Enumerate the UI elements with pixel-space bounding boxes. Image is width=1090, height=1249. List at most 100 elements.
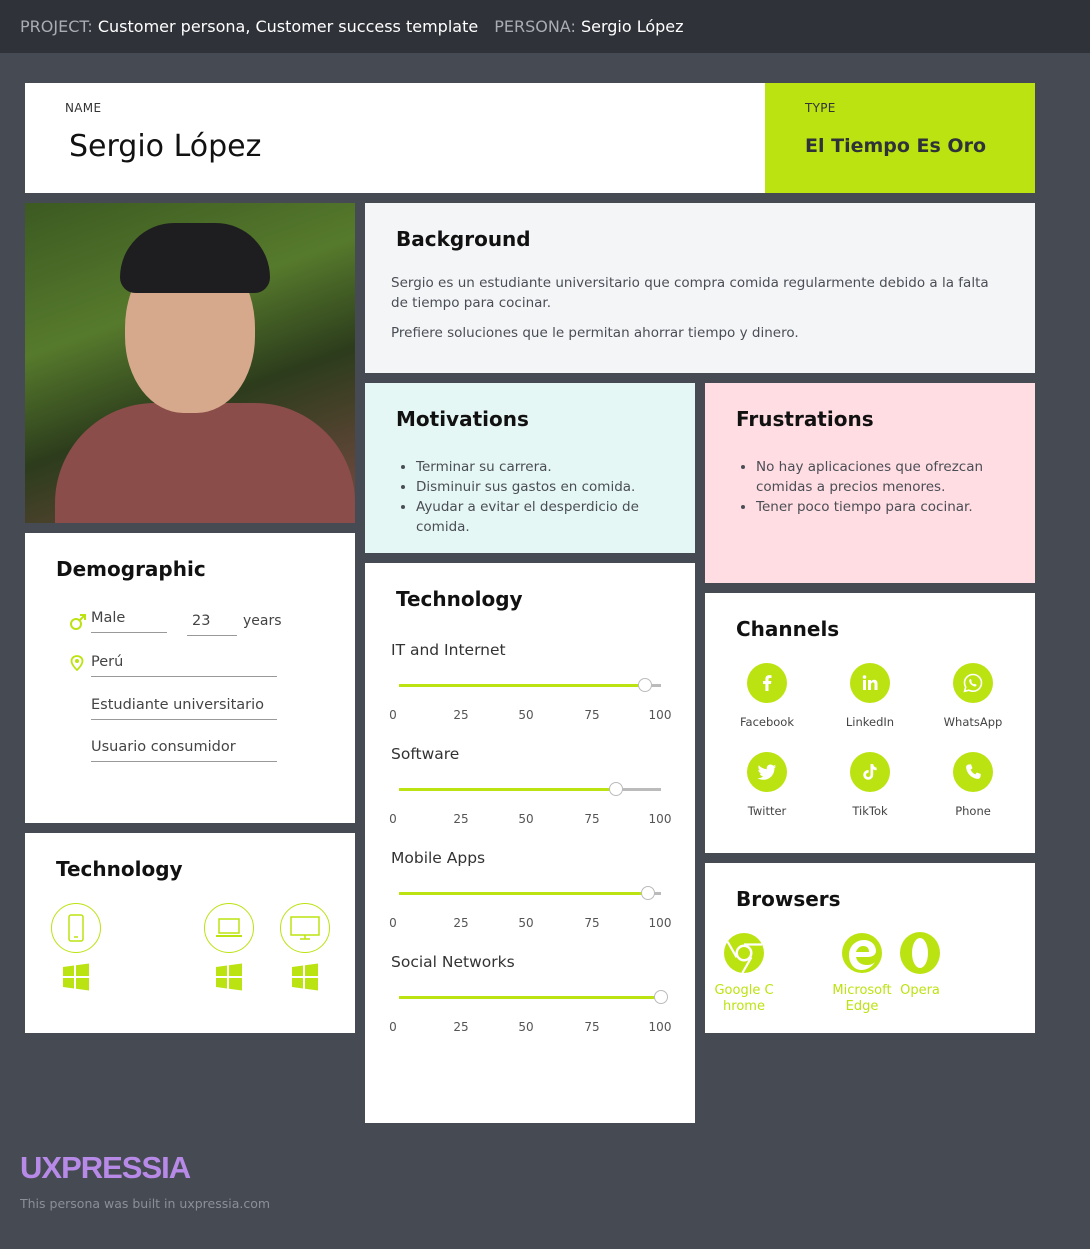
chrome-icon	[724, 933, 764, 974]
slider-handle[interactable]	[609, 782, 624, 796]
slider-handle[interactable]	[638, 678, 653, 692]
frustrations-title: Frustrations	[736, 407, 874, 431]
channels-card: Channels Facebook LinkedIn WhatsApp Twit…	[705, 593, 1035, 853]
tick-label: 0	[389, 812, 397, 826]
slider-fill	[399, 996, 661, 999]
facebook-icon	[747, 663, 787, 703]
tick-label: 50	[518, 1020, 534, 1034]
technology-slider: Software 0 25 50 75 100	[389, 745, 681, 826]
slider-track[interactable]	[399, 782, 661, 796]
technology-skills-card: Technology IT and Internet 0 25 50 75 100 Soft…	[365, 563, 695, 1123]
channels-title: Channels	[736, 617, 840, 641]
role-field[interactable]: Usuario consumidor	[91, 739, 277, 762]
channel-whatsapp[interactable]: WhatsApp	[928, 663, 1018, 729]
slider-track[interactable]	[399, 990, 668, 1004]
frustrations-card: Frustrations No hay aplicaciones que ofr…	[705, 383, 1035, 583]
slider-label: Software	[391, 745, 460, 763]
top-bar: PROJECT: Customer persona, Customer succ…	[0, 0, 1090, 53]
linkedin-icon	[850, 663, 890, 703]
list-item: No hay aplicaciones que ofrezcan comidas…	[756, 457, 1004, 497]
tick-label: 0	[389, 708, 397, 722]
slider-label: Mobile Apps	[391, 849, 486, 867]
persona-breadcrumb[interactable]: PERSONA: Sergio López	[494, 17, 683, 36]
twitter-icon	[747, 752, 787, 792]
location-field[interactable]: Perú	[91, 654, 277, 677]
tick-label: 75	[584, 812, 600, 826]
age-field[interactable]: 23	[187, 613, 237, 636]
background-card: Background Sergio es un estudiante unive…	[365, 203, 1035, 373]
slider-handle[interactable]	[640, 886, 655, 900]
technology-devices-card: Technology	[25, 833, 355, 1033]
tick-label: 100	[648, 1020, 672, 1034]
technology-skills-title: Technology	[396, 587, 523, 611]
slider-handle[interactable]	[654, 990, 668, 1004]
type-label: TYPE	[805, 101, 836, 115]
persona-photo[interactable]	[25, 203, 355, 523]
list-item: Disminuir sus gastos en comida.	[416, 477, 664, 497]
name-label: NAME	[65, 101, 102, 115]
tick-label: 100	[648, 916, 672, 930]
motivations-list[interactable]: Terminar su carrera. Disminuir sus gasto…	[396, 457, 664, 537]
type-card: TYPE El Tiempo Es Oro	[765, 83, 1035, 193]
background-paragraph[interactable]: Sergio es un estudiante universitario qu…	[391, 273, 1009, 313]
windows-icon	[63, 963, 89, 991]
background-paragraph[interactable]: Prefiere soluciones que le permitan ahor…	[391, 323, 1009, 343]
slider-label: IT and Internet	[391, 641, 506, 659]
tick-label: 75	[584, 1020, 600, 1034]
slider-fill	[399, 788, 617, 791]
browsers-card: Browsers Google Chrome Microsoft Edge Op…	[705, 863, 1035, 1033]
opera-icon	[900, 932, 940, 974]
technology-slider: Mobile Apps 0 25 50 75 100	[389, 849, 681, 930]
persona-type[interactable]: El Tiempo Es Oro	[805, 135, 995, 157]
channel-linkedin[interactable]: LinkedIn	[825, 663, 915, 729]
background-title: Background	[396, 227, 531, 251]
motivations-card: Motivations Terminar su carrera. Disminu…	[365, 383, 695, 553]
motivations-title: Motivations	[396, 407, 529, 431]
technology-slider: Social Networks 0 25 50 75 100	[389, 953, 681, 1034]
gender-field[interactable]: Male	[91, 610, 167, 633]
tick-label: 25	[453, 708, 469, 722]
uxpressia-logo[interactable]: UXPRESSIA	[20, 1150, 191, 1186]
whatsapp-icon	[953, 663, 993, 703]
slider-label: Social Networks	[391, 953, 515, 971]
persona-name[interactable]: Sergio López	[69, 129, 725, 164]
project-breadcrumb[interactable]: PROJECT: Customer persona, Customer succ…	[20, 17, 478, 36]
channel-tiktok[interactable]: TikTok	[825, 752, 915, 818]
smartphone-icon[interactable]	[51, 903, 101, 953]
channel-twitter[interactable]: Twitter	[722, 752, 812, 818]
browsers-title: Browsers	[736, 887, 841, 911]
windows-icon	[292, 963, 318, 991]
age-unit: years	[243, 613, 282, 629]
channel-phone[interactable]: Phone	[928, 752, 1018, 818]
tick-label: 25	[453, 916, 469, 930]
browser-edge[interactable]: Microsoft Edge	[832, 931, 892, 1015]
tiktok-icon	[850, 752, 890, 792]
name-card: NAME Sergio López	[25, 83, 765, 193]
browser-chrome[interactable]: Google Chrome	[714, 931, 774, 1015]
slider-track[interactable]	[399, 886, 661, 900]
tick-label: 75	[584, 916, 600, 930]
slider-track[interactable]	[399, 678, 661, 692]
slider-fill	[399, 684, 646, 687]
tick-label: 25	[453, 812, 469, 826]
occupation-field[interactable]: Estudiante universitario	[91, 697, 277, 720]
demographic-title: Demographic	[56, 557, 206, 581]
list-item: Terminar su carrera.	[416, 457, 664, 477]
tick-label: 0	[389, 1020, 397, 1034]
tick-label: 50	[518, 916, 534, 930]
tick-label: 100	[648, 708, 672, 722]
channel-facebook[interactable]: Facebook	[722, 663, 812, 729]
footer-note: This persona was built in uxpressia.com	[20, 1196, 271, 1211]
edge-icon	[842, 933, 882, 973]
tick-label: 50	[518, 708, 534, 722]
list-item: Ayudar a evitar el desperdicio de comida…	[416, 497, 664, 537]
tick-label: 75	[584, 708, 600, 722]
tick-label: 0	[389, 916, 397, 930]
demographic-card: Demographic Male 23 years Perú Estudiant…	[25, 533, 355, 823]
frustrations-list[interactable]: No hay aplicaciones que ofrezcan comidas…	[736, 457, 1004, 517]
tick-label: 25	[453, 1020, 469, 1034]
desktop-icon[interactable]	[280, 903, 330, 953]
phone-icon	[953, 752, 993, 792]
laptop-icon[interactable]	[204, 903, 254, 953]
browser-opera[interactable]: Opera	[890, 931, 950, 999]
